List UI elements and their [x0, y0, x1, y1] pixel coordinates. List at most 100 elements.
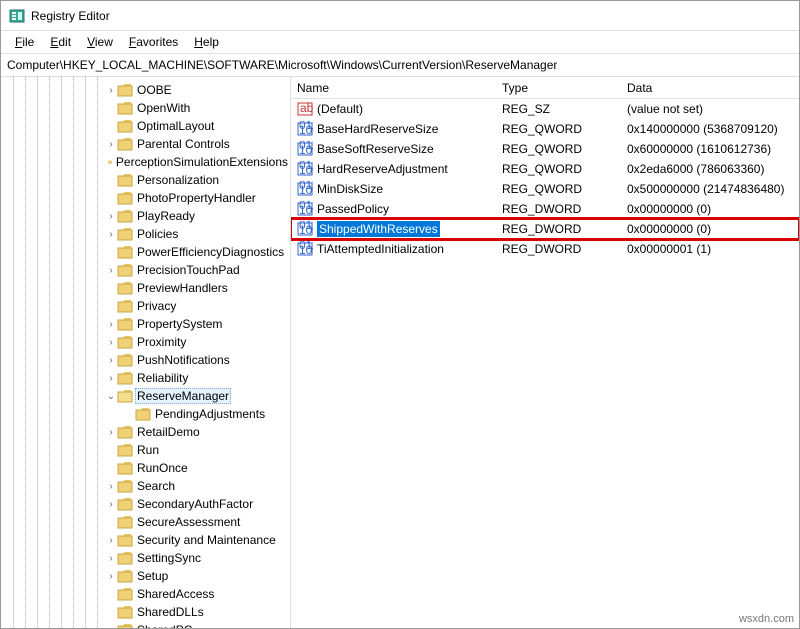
- chevron-right-icon[interactable]: ›: [105, 337, 117, 348]
- tree-item[interactable]: ⌄ReserveManager: [5, 387, 290, 405]
- chevron-right-icon[interactable]: ›: [105, 553, 117, 564]
- tree-item[interactable]: OptimalLayout: [5, 117, 290, 135]
- tree-item-label: PhotoPropertyHandler: [135, 191, 258, 205]
- list-row[interactable]: 01101001BaseHardReserveSizeREG_QWORD0x14…: [291, 119, 799, 139]
- svg-text:ab: ab: [300, 101, 313, 115]
- value-name: TiAttemptedInitialization: [317, 242, 444, 256]
- tree-pane[interactable]: ›OOBEOpenWithOptimalLayout›Parental Cont…: [1, 77, 291, 628]
- folder-icon: [117, 479, 133, 493]
- tree-item[interactable]: ›Security and Maintenance: [5, 531, 290, 549]
- list-row[interactable]: 01101001BaseSoftReserveSizeREG_QWORD0x60…: [291, 139, 799, 159]
- tree-item[interactable]: ›Setup: [5, 567, 290, 585]
- folder-icon: [117, 281, 133, 295]
- tree-item[interactable]: Personalization: [5, 171, 290, 189]
- chevron-right-icon[interactable]: ›: [105, 265, 117, 276]
- chevron-right-icon[interactable]: ›: [105, 535, 117, 546]
- chevron-right-icon[interactable]: ›: [105, 427, 117, 438]
- list-row[interactable]: 01101001ShippedWithReservesREG_DWORD0x00…: [291, 219, 799, 239]
- list-row[interactable]: 01101001TiAttemptedInitializationREG_DWO…: [291, 239, 799, 259]
- value-type: REG_QWORD: [496, 142, 621, 156]
- tree-item[interactable]: SecureAssessment: [5, 513, 290, 531]
- tree-item[interactable]: PhotoPropertyHandler: [5, 189, 290, 207]
- value-name-cell: 01101001PassedPolicy: [291, 201, 496, 217]
- list-row[interactable]: 01101001PassedPolicyREG_DWORD0x00000000 …: [291, 199, 799, 219]
- tree-item[interactable]: SharedDLLs: [5, 603, 290, 621]
- folder-icon: [117, 623, 133, 628]
- chevron-right-icon[interactable]: ›: [105, 499, 117, 510]
- tree-item[interactable]: RunOnce: [5, 459, 290, 477]
- chevron-right-icon[interactable]: ›: [105, 85, 117, 96]
- chevron-right-icon[interactable]: ›: [105, 571, 117, 582]
- tree-item-label: Reliability: [135, 371, 190, 385]
- value-type: REG_QWORD: [496, 182, 621, 196]
- value-data: 0x500000000 (21474836480): [621, 182, 799, 196]
- tree-item[interactable]: ›Parental Controls: [5, 135, 290, 153]
- column-name[interactable]: Name: [291, 79, 496, 97]
- chevron-right-icon[interactable]: ›: [105, 355, 117, 366]
- reg-binary-icon: 01101001: [297, 181, 313, 197]
- value-name: BaseSoftReserveSize: [317, 142, 434, 156]
- value-type: REG_QWORD: [496, 162, 621, 176]
- tree-item[interactable]: ›RetailDemo: [5, 423, 290, 441]
- column-data[interactable]: Data: [621, 79, 799, 97]
- tree-item[interactable]: › PropertySystem: [5, 315, 290, 333]
- chevron-right-icon[interactable]: ›: [105, 319, 117, 330]
- menu-view[interactable]: View: [79, 33, 121, 51]
- value-type: REG_DWORD: [496, 242, 621, 256]
- folder-icon: [117, 83, 133, 97]
- tree-item-label: PropertySystem: [135, 317, 224, 331]
- tree-item[interactable]: PreviewHandlers: [5, 279, 290, 297]
- value-name-cell: ab(Default): [291, 101, 496, 117]
- tree-item[interactable]: ›Search: [5, 477, 290, 495]
- tree-item[interactable]: › Reliability: [5, 369, 290, 387]
- reg-binary-icon: 01101001: [297, 221, 313, 237]
- tree-item-label: PendingAdjustments: [153, 407, 267, 421]
- list-row[interactable]: ab(Default)REG_SZ(value not set): [291, 99, 799, 119]
- list-pane[interactable]: Name Type Data ab(Default)REG_SZ(value n…: [291, 77, 799, 628]
- folder-icon: [135, 407, 151, 421]
- value-type: REG_SZ: [496, 102, 621, 116]
- chevron-right-icon[interactable]: ›: [105, 211, 117, 222]
- tree-item[interactable]: ›Proximity: [5, 333, 290, 351]
- value-data: 0x00000001 (1): [621, 242, 799, 256]
- reg-binary-icon: 01101001: [297, 141, 313, 157]
- tree-item-label: PrecisionTouchPad: [135, 263, 242, 277]
- tree-item[interactable]: ›SecondaryAuthFactor: [5, 495, 290, 513]
- chevron-right-icon[interactable]: ›: [105, 373, 117, 384]
- tree-item-label: RunOnce: [135, 461, 190, 475]
- addressbar[interactable]: Computer\HKEY_LOCAL_MACHINE\SOFTWARE\Mic…: [1, 53, 799, 77]
- tree-item[interactable]: PendingAdjustments: [5, 405, 290, 423]
- list-row[interactable]: 01101001MinDiskSizeREG_QWORD0x500000000 …: [291, 179, 799, 199]
- value-data: 0x2eda6000 (786063360): [621, 162, 799, 176]
- tree-item[interactable]: ›Policies: [5, 225, 290, 243]
- menu-help[interactable]: Help: [186, 33, 227, 51]
- tree-item[interactable]: Privacy: [5, 297, 290, 315]
- menu-edit[interactable]: Edit: [42, 33, 79, 51]
- tree-item[interactable]: PowerEfficiencyDiagnostics: [5, 243, 290, 261]
- tree-item[interactable]: SharedPC: [5, 621, 290, 628]
- value-type: REG_QWORD: [496, 122, 621, 136]
- list-row[interactable]: 01101001HardReserveAdjustmentREG_QWORD0x…: [291, 159, 799, 179]
- tree-item[interactable]: ›PushNotifications: [5, 351, 290, 369]
- chevron-down-icon[interactable]: ⌄: [105, 391, 117, 402]
- tree-item[interactable]: ›SettingSync: [5, 549, 290, 567]
- tree-item[interactable]: PerceptionSimulationExtensions: [5, 153, 290, 171]
- tree-item-label: PreviewHandlers: [135, 281, 230, 295]
- reg-binary-icon: 01101001: [297, 201, 313, 217]
- tree-item-label: PerceptionSimulationExtensions: [114, 155, 290, 169]
- tree-item[interactable]: OpenWith: [5, 99, 290, 117]
- tree-item[interactable]: › PrecisionTouchPad: [5, 261, 290, 279]
- chevron-right-icon[interactable]: ›: [105, 229, 117, 240]
- menu-favorites[interactable]: Favorites: [121, 33, 186, 51]
- chevron-right-icon[interactable]: ›: [105, 139, 117, 150]
- chevron-right-icon[interactable]: ›: [105, 481, 117, 492]
- tree-item[interactable]: SharedAccess: [5, 585, 290, 603]
- reg-sz-icon: ab: [297, 101, 313, 117]
- menu-file[interactable]: File: [7, 33, 42, 51]
- tree-item[interactable]: ›PlayReady: [5, 207, 290, 225]
- column-type[interactable]: Type: [496, 79, 621, 97]
- tree-item[interactable]: Run: [5, 441, 290, 459]
- value-data: (value not set): [621, 102, 799, 116]
- tree-item[interactable]: ›OOBE: [5, 81, 290, 99]
- svg-text:1001: 1001: [299, 223, 313, 237]
